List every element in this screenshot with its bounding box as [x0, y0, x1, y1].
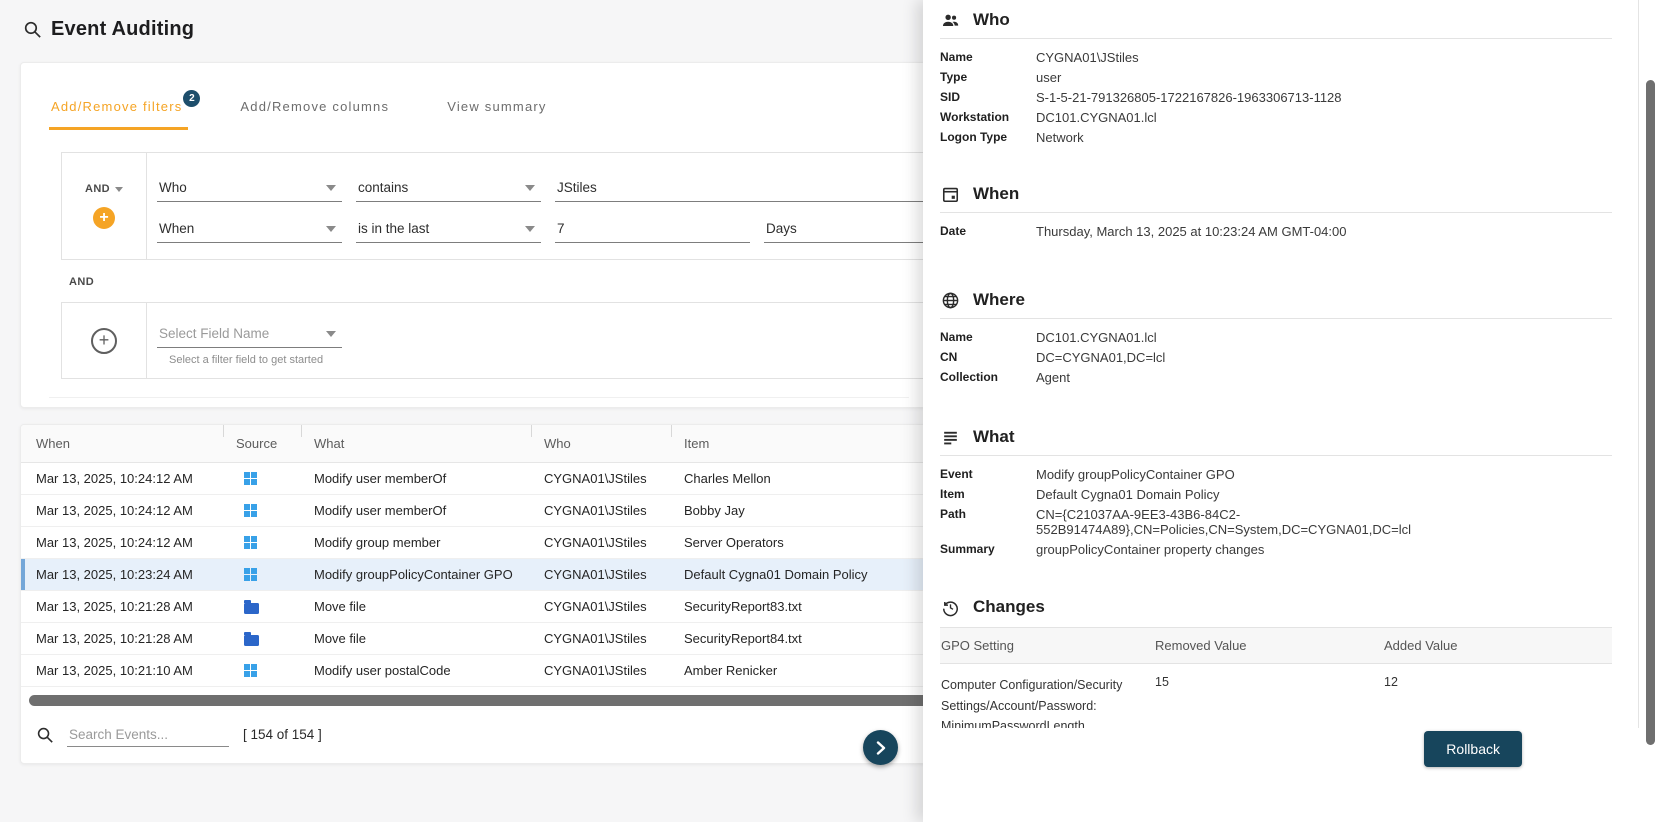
- section-title: When: [973, 184, 1020, 203]
- source-cell: [236, 664, 314, 677]
- chevron-down-icon: [326, 184, 336, 191]
- source-cell: [236, 504, 314, 517]
- filter-count-badge: 2: [183, 90, 201, 107]
- section-title: Changes: [973, 597, 1045, 616]
- chevron-down-icon: [326, 225, 336, 232]
- result-count: [ 154 of 154 ]: [243, 727, 322, 742]
- search-icon: [37, 727, 53, 743]
- source-cell: [236, 568, 314, 581]
- clause-operator-select[interactable]: AND: [85, 183, 124, 195]
- vertical-scrollbar[interactable]: [1646, 80, 1655, 745]
- page-title: Event Auditing: [24, 18, 194, 41]
- folder-icon: [244, 631, 259, 646]
- field-name-select[interactable]: Select Field Name: [157, 321, 342, 348]
- column-header-gpo-setting: GPO Setting: [941, 638, 1014, 653]
- page-title-text: Event Auditing: [51, 18, 195, 40]
- search-icon: [24, 21, 41, 38]
- source-cell: [236, 631, 314, 646]
- column-header-removed-value: Removed Value: [1155, 638, 1247, 653]
- detail-footer: Rollback: [923, 728, 1639, 822]
- chevron-down-icon: [326, 330, 336, 337]
- filter-unit-label: Days: [764, 216, 936, 243]
- windows-icon: [244, 472, 257, 485]
- section-title: What: [973, 427, 1015, 446]
- event-detail-panel: Who Name CYGNA01\JStiles Type user SID S-1-…: [923, 0, 1677, 822]
- section-when: When Date Thursday, March 13, 2025 at 10:…: [940, 182, 1612, 241]
- column-header-source[interactable]: Source: [236, 425, 314, 462]
- source-cell: [236, 536, 314, 549]
- section-where: Where Name DC101.CYGNA01.lcl CN DC=CYGNA01…: [940, 288, 1612, 387]
- chevron-down-icon: [115, 186, 124, 192]
- windows-icon: [244, 568, 257, 581]
- field-name-select[interactable]: When: [157, 216, 342, 243]
- filter-value-input[interactable]: [555, 175, 975, 202]
- filter-clause-group-1: AND + Who contains When: [61, 152, 1071, 260]
- windows-icon: [244, 664, 257, 677]
- history-icon: [943, 600, 958, 616]
- source-cell: [236, 599, 314, 614]
- calendar-icon: [942, 187, 959, 202]
- windows-icon: [244, 504, 257, 517]
- section-who: Who Name CYGNA01\JStiles Type user SID S-1-…: [940, 8, 1612, 147]
- match-all-toggle-row: Search results must match all the suppli…: [49, 397, 909, 407]
- filter-clause-group-2: + Select Field Name Select a filter fiel…: [61, 302, 1071, 379]
- people-icon: [942, 14, 959, 26]
- column-header-what[interactable]: What: [314, 425, 544, 462]
- list-icon: [944, 431, 957, 444]
- globe-icon: [942, 292, 959, 308]
- tab-add-remove-filters[interactable]: Add/Remove filters 2: [49, 90, 201, 130]
- add-filter-row-button[interactable]: +: [93, 207, 115, 229]
- field-name-select[interactable]: Who: [157, 175, 342, 202]
- tab-view-summary[interactable]: View summary: [445, 99, 552, 130]
- chevron-right-icon: [876, 740, 885, 755]
- rollback-button[interactable]: Rollback: [1424, 731, 1522, 767]
- chevron-down-icon: [525, 184, 535, 191]
- tab-add-remove-columns[interactable]: Add/Remove columns: [238, 99, 395, 130]
- column-header-added-value: Added Value: [1384, 638, 1458, 653]
- detail-content: Who Name CYGNA01\JStiles Type user SID S-1-…: [923, 0, 1639, 822]
- filter-value-input[interactable]: [555, 216, 750, 243]
- section-title: Where: [973, 290, 1025, 309]
- search-events-input[interactable]: [67, 722, 229, 747]
- folder-icon: [244, 599, 259, 614]
- source-cell: [236, 472, 314, 485]
- add-clause-group-button[interactable]: +: [91, 327, 117, 354]
- column-header-who[interactable]: Who: [544, 425, 684, 462]
- clause-operator-cell: +: [62, 303, 147, 378]
- section-title: Who: [973, 10, 1010, 29]
- collapse-panel-button[interactable]: [863, 730, 898, 765]
- column-header-when[interactable]: When: [36, 425, 236, 462]
- field-operator-select[interactable]: contains: [356, 175, 541, 202]
- clause-operator-cell: AND +: [62, 153, 147, 259]
- section-what: What Event Modify groupPolicyContainer GP…: [940, 425, 1612, 559]
- changes-table-header: GPO Setting Removed Value Added Value: [940, 627, 1612, 664]
- chevron-down-icon: [525, 225, 535, 232]
- field-operator-select[interactable]: is in the last: [356, 216, 541, 243]
- windows-icon: [244, 536, 257, 549]
